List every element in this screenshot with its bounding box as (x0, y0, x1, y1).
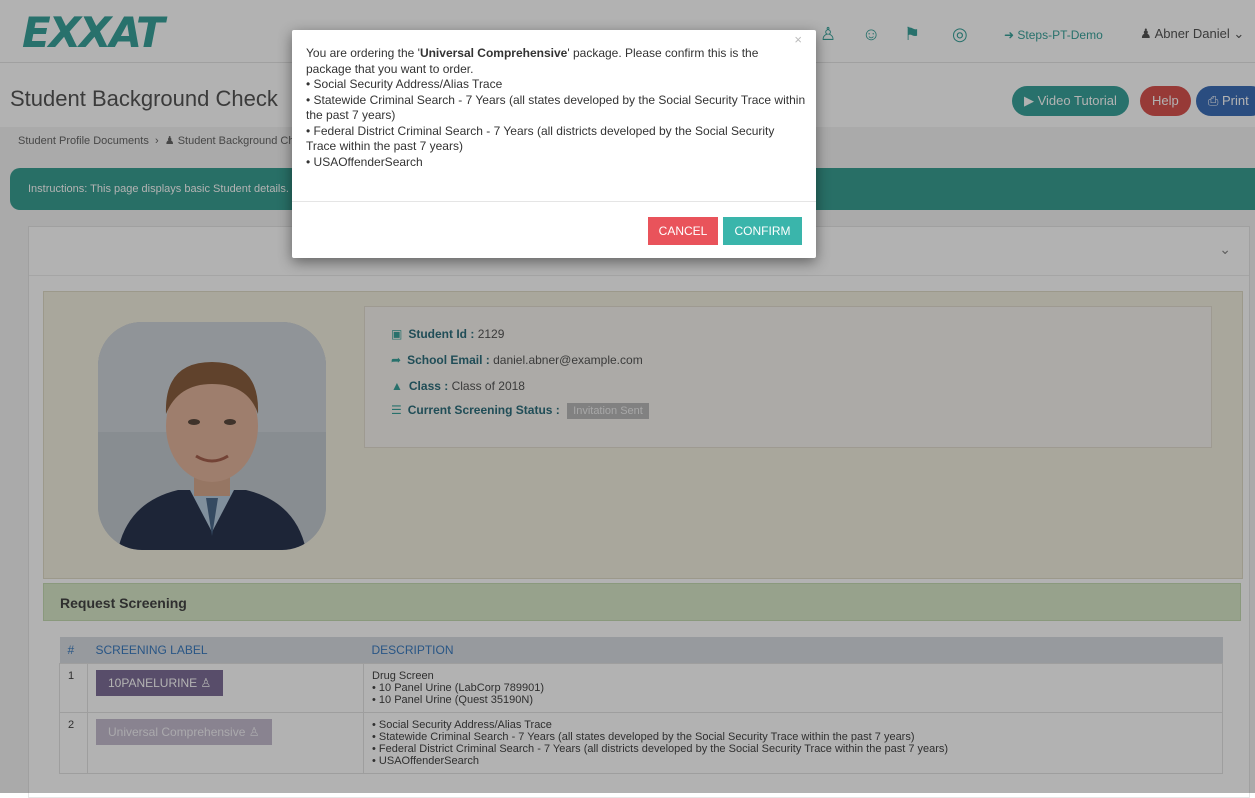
modal-body: You are ordering the 'Universal Comprehe… (306, 46, 806, 170)
modal-divider (292, 201, 816, 202)
modal-item: • USAOffenderSearch (306, 154, 423, 169)
modal-intro: You are ordering the 'Universal Comprehe… (306, 46, 806, 77)
cancel-button[interactable]: CANCEL (648, 217, 718, 245)
modal-item: • Social Security Address/Alias Trace (306, 77, 503, 91)
confirm-button[interactable]: CONFIRM (723, 217, 802, 245)
modal-intro-pre: You are ordering the ' (306, 46, 420, 60)
close-icon[interactable]: × (794, 32, 802, 47)
modal-package-name: Universal Comprehensive (419, 46, 568, 60)
modal-item: • Federal District Criminal Search - 7 Y… (306, 123, 775, 154)
modal-item: • Statewide Criminal Search - 7 Years (a… (306, 92, 806, 123)
confirm-order-modal: × You are ordering the 'Universal Compre… (292, 30, 816, 258)
